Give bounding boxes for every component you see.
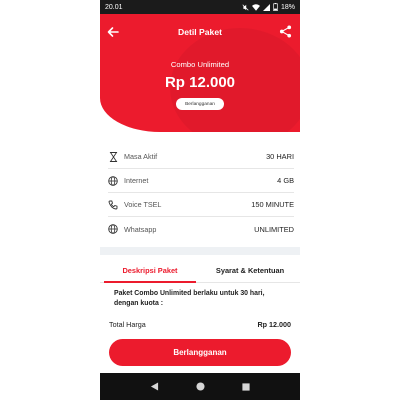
section-divider xyxy=(100,247,300,255)
package-name: Combo Unlimited xyxy=(170,60,230,69)
total-price-row: Total Harga Rp 12.000 xyxy=(109,320,291,329)
detail-row-internet: Internet 4 GB xyxy=(108,169,294,193)
globe-icon xyxy=(108,175,118,186)
status-icons: 18% xyxy=(242,3,295,11)
share-icon[interactable] xyxy=(279,25,292,38)
page-title: Detil Paket xyxy=(178,27,222,37)
status-time: 20.01 xyxy=(105,3,123,11)
arrow-left-icon[interactable] xyxy=(106,25,120,39)
mute-icon xyxy=(242,3,249,11)
wifi-icon xyxy=(251,3,260,11)
detail-row-masa-aktif: Masa Aktif 30 HARI xyxy=(108,145,294,169)
package-price: Rp 12.000 xyxy=(164,74,236,91)
subscribe-badge[interactable]: Berlangganan xyxy=(176,98,224,110)
total-amount: Rp 12.000 xyxy=(257,320,291,329)
detail-label: Internet xyxy=(124,176,149,185)
tab-deskripsi-paket[interactable]: Deskripsi Paket xyxy=(100,258,200,283)
package-details: Masa Aktif 30 HARI Internet 4 GB Voice T… xyxy=(108,145,294,241)
detail-row-whatsapp: Whatsapp UNLIMITED xyxy=(108,217,294,241)
info-tabs: Deskripsi Paket Syarat & Ketentuan xyxy=(100,258,300,283)
package-hero: Detil Paket Combo Unlimited Rp 12.000 Be… xyxy=(100,14,300,132)
detail-value: 30 HARI xyxy=(266,152,294,161)
globe-icon xyxy=(108,224,118,234)
subscribe-button[interactable]: Berlangganan xyxy=(109,339,291,366)
detail-label: Masa Aktif xyxy=(124,152,158,161)
detail-label: Whatsapp xyxy=(124,224,157,234)
battery-icon xyxy=(273,3,278,11)
detail-value: UNLIMITED xyxy=(254,224,294,234)
detail-value: 150 MINUTE xyxy=(251,200,294,209)
detail-value: 4 GB xyxy=(277,176,294,185)
phone-icon xyxy=(108,200,118,210)
header-bar: Detil Paket xyxy=(100,14,300,50)
status-bar: 20.01 18% xyxy=(100,0,300,14)
detail-label: Voice TSEL xyxy=(124,200,162,209)
detail-row-voice: Voice TSEL 150 MINUTE xyxy=(108,193,294,217)
tab-syarat-ketentuan[interactable]: Syarat & Ketentuan xyxy=(200,258,300,282)
phone-screen: 20.01 18% Detil Paket Combo Unlimited Rp… xyxy=(100,0,300,400)
battery-percent: 18% xyxy=(280,3,295,11)
total-label: Total Harga xyxy=(109,320,146,329)
back-triangle-icon[interactable] xyxy=(150,382,159,391)
signal-icon xyxy=(262,3,270,11)
package-description: Paket Combo Unlimited berlaku untuk 30 h… xyxy=(114,290,265,307)
hourglass-icon xyxy=(108,151,118,162)
home-circle-icon[interactable] xyxy=(196,382,205,391)
recents-square-icon[interactable] xyxy=(242,382,250,391)
system-nav-bar xyxy=(100,373,300,400)
